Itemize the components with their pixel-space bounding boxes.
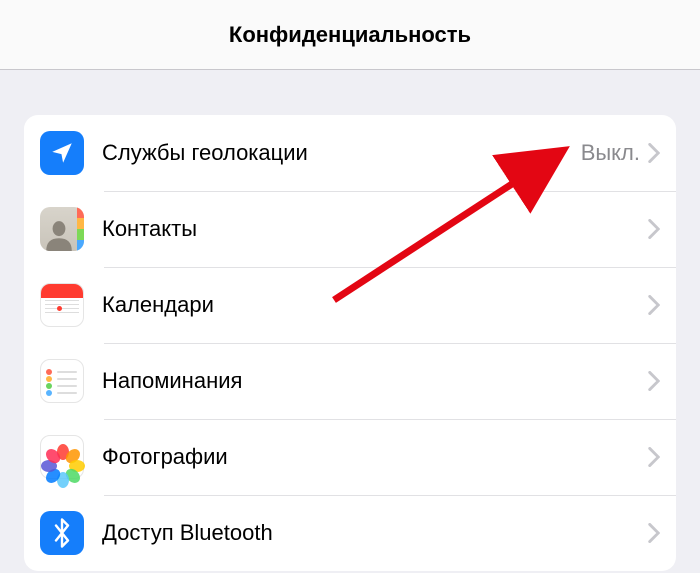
settings-list: Службы геолокации Выкл. Контакты Календа… [24,115,676,571]
chevron-right-icon [648,143,660,163]
photos-icon [40,435,84,479]
chevron-right-icon [648,295,660,315]
separator [104,419,676,420]
separator [104,191,676,192]
row-label: Календари [102,292,648,318]
chevron-right-icon [648,219,660,239]
row-photos[interactable]: Фотографии [24,419,676,495]
calendar-icon [40,283,84,327]
row-label: Службы геолокации [102,140,581,166]
row-calendars[interactable]: Календари [24,267,676,343]
row-label: Напоминания [102,368,648,394]
separator [104,343,676,344]
row-value: Выкл. [581,140,640,166]
row-reminders[interactable]: Напоминания [24,343,676,419]
contacts-icon [40,207,84,251]
row-label: Фотографии [102,444,648,470]
chevron-right-icon [648,447,660,467]
row-label: Контакты [102,216,648,242]
separator [104,267,676,268]
chevron-right-icon [648,523,660,543]
header: Конфиденциальность [0,0,700,70]
bluetooth-icon [40,511,84,555]
row-label: Доступ Bluetooth [102,520,648,546]
separator [104,495,676,496]
row-bluetooth[interactable]: Доступ Bluetooth [24,495,676,571]
location-arrow-icon [40,131,84,175]
chevron-right-icon [648,371,660,391]
row-location-services[interactable]: Службы геолокации Выкл. [24,115,676,191]
reminders-icon [40,359,84,403]
row-contacts[interactable]: Контакты [24,191,676,267]
page-title: Конфиденциальность [229,22,471,48]
content: Службы геолокации Выкл. Контакты Календа… [0,70,700,571]
